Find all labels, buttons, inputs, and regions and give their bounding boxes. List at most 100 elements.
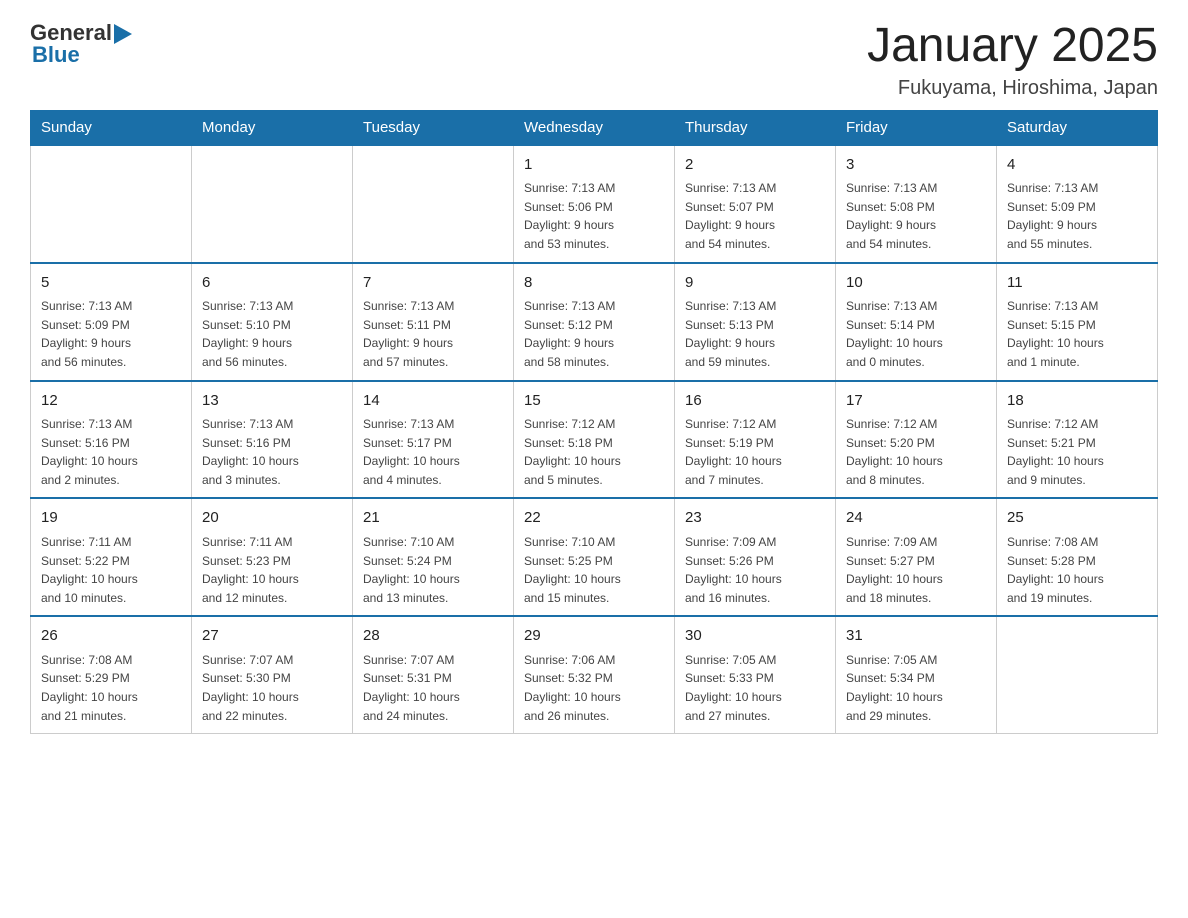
- day-number: 15: [524, 390, 664, 413]
- day-number: 23: [685, 507, 825, 530]
- calendar-day-24: 24 Sunrise: 7:09 AM Sunset: 5:27 PM Dayli…: [836, 498, 997, 616]
- day-info: Sunrise: 7:13 AM Sunset: 5:12 PM Dayligh…: [524, 297, 664, 371]
- day-info: Sunrise: 7:12 AM Sunset: 5:21 PM Dayligh…: [1007, 415, 1147, 489]
- day-info: Sunrise: 7:06 AM Sunset: 5:32 PM Dayligh…: [524, 651, 664, 725]
- calendar-day-27: 27 Sunrise: 7:07 AM Sunset: 5:30 PM Dayli…: [192, 616, 353, 733]
- day-number: 16: [685, 390, 825, 413]
- day-info: Sunrise: 7:13 AM Sunset: 5:16 PM Dayligh…: [41, 415, 181, 489]
- day-number: 5: [41, 272, 181, 295]
- day-info: Sunrise: 7:11 AM Sunset: 5:22 PM Dayligh…: [41, 533, 181, 607]
- title-section: January 2025 Fukuyama, Hiroshima, Japan: [867, 20, 1158, 100]
- day-info: Sunrise: 7:05 AM Sunset: 5:34 PM Dayligh…: [846, 651, 986, 725]
- day-number: 4: [1007, 154, 1147, 177]
- day-info: Sunrise: 7:07 AM Sunset: 5:30 PM Dayligh…: [202, 651, 342, 725]
- day-info: Sunrise: 7:12 AM Sunset: 5:20 PM Dayligh…: [846, 415, 986, 489]
- calendar-day-25: 25 Sunrise: 7:08 AM Sunset: 5:28 PM Dayli…: [997, 498, 1158, 616]
- calendar-day-15: 15Sunrise: 7:12 AM Sunset: 5:18 PM Dayli…: [514, 381, 675, 499]
- day-number: 12: [41, 390, 181, 413]
- day-number: 26: [41, 625, 181, 648]
- day-info: Sunrise: 7:09 AM Sunset: 5:27 PM Dayligh…: [846, 533, 986, 607]
- calendar-table: SundayMondayTuesdayWednesdayThursdayFrid…: [30, 110, 1158, 734]
- day-info: Sunrise: 7:13 AM Sunset: 5:08 PM Dayligh…: [846, 179, 986, 253]
- calendar-day-1: 1Sunrise: 7:13 AM Sunset: 5:06 PM Daylig…: [514, 145, 675, 263]
- calendar-header-row: SundayMondayTuesdayWednesdayThursdayFrid…: [31, 110, 1158, 145]
- logo: General Blue: [30, 20, 132, 69]
- day-number: 29: [524, 625, 664, 648]
- day-number: 11: [1007, 272, 1147, 295]
- day-number: 27: [202, 625, 342, 648]
- day-info: Sunrise: 7:13 AM Sunset: 5:09 PM Dayligh…: [41, 297, 181, 371]
- day-number: 3: [846, 154, 986, 177]
- day-number: 14: [363, 390, 503, 413]
- day-info: Sunrise: 7:13 AM Sunset: 5:13 PM Dayligh…: [685, 297, 825, 371]
- day-info: Sunrise: 7:13 AM Sunset: 5:15 PM Dayligh…: [1007, 297, 1147, 371]
- calendar-empty-cell: [997, 616, 1158, 733]
- day-info: Sunrise: 7:13 AM Sunset: 5:11 PM Dayligh…: [363, 297, 503, 371]
- day-info: Sunrise: 7:09 AM Sunset: 5:26 PM Dayligh…: [685, 533, 825, 607]
- calendar-day-16: 16Sunrise: 7:12 AM Sunset: 5:19 PM Dayli…: [675, 381, 836, 499]
- day-info: Sunrise: 7:13 AM Sunset: 5:10 PM Dayligh…: [202, 297, 342, 371]
- calendar-day-8: 8Sunrise: 7:13 AM Sunset: 5:12 PM Daylig…: [514, 263, 675, 381]
- calendar-day-12: 12Sunrise: 7:13 AM Sunset: 5:16 PM Dayli…: [31, 381, 192, 499]
- calendar-day-5: 5Sunrise: 7:13 AM Sunset: 5:09 PM Daylig…: [31, 263, 192, 381]
- day-number: 22: [524, 507, 664, 530]
- day-info: Sunrise: 7:13 AM Sunset: 5:09 PM Dayligh…: [1007, 179, 1147, 253]
- column-header-monday: Monday: [192, 110, 353, 145]
- day-info: Sunrise: 7:10 AM Sunset: 5:24 PM Dayligh…: [363, 533, 503, 607]
- calendar-day-13: 13Sunrise: 7:13 AM Sunset: 5:16 PM Dayli…: [192, 381, 353, 499]
- calendar-day-6: 6Sunrise: 7:13 AM Sunset: 5:10 PM Daylig…: [192, 263, 353, 381]
- calendar-empty-cell: [353, 145, 514, 263]
- day-info: Sunrise: 7:13 AM Sunset: 5:14 PM Dayligh…: [846, 297, 986, 371]
- day-number: 20: [202, 507, 342, 530]
- column-header-saturday: Saturday: [997, 110, 1158, 145]
- calendar-week-row: 12Sunrise: 7:13 AM Sunset: 5:16 PM Dayli…: [31, 381, 1158, 499]
- calendar-day-10: 10Sunrise: 7:13 AM Sunset: 5:14 PM Dayli…: [836, 263, 997, 381]
- day-info: Sunrise: 7:07 AM Sunset: 5:31 PM Dayligh…: [363, 651, 503, 725]
- day-info: Sunrise: 7:13 AM Sunset: 5:17 PM Dayligh…: [363, 415, 503, 489]
- day-number: 25: [1007, 507, 1147, 530]
- column-header-friday: Friday: [836, 110, 997, 145]
- day-info: Sunrise: 7:13 AM Sunset: 5:16 PM Dayligh…: [202, 415, 342, 489]
- calendar-day-14: 14Sunrise: 7:13 AM Sunset: 5:17 PM Dayli…: [353, 381, 514, 499]
- calendar-day-3: 3Sunrise: 7:13 AM Sunset: 5:08 PM Daylig…: [836, 145, 997, 263]
- calendar-day-21: 21 Sunrise: 7:10 AM Sunset: 5:24 PM Dayli…: [353, 498, 514, 616]
- calendar-week-row: 26 Sunrise: 7:08 AM Sunset: 5:29 PM Dayli…: [31, 616, 1158, 733]
- day-number: 1: [524, 154, 664, 177]
- day-info: Sunrise: 7:13 AM Sunset: 5:07 PM Dayligh…: [685, 179, 825, 253]
- page-header: General Blue January 2025 Fukuyama, Hiro…: [30, 20, 1158, 100]
- calendar-week-row: 5Sunrise: 7:13 AM Sunset: 5:09 PM Daylig…: [31, 263, 1158, 381]
- calendar-empty-cell: [192, 145, 353, 263]
- day-number: 30: [685, 625, 825, 648]
- day-number: 9: [685, 272, 825, 295]
- logo-blue: Blue: [32, 42, 132, 68]
- day-info: Sunrise: 7:10 AM Sunset: 5:25 PM Dayligh…: [524, 533, 664, 607]
- column-header-wednesday: Wednesday: [514, 110, 675, 145]
- calendar-day-30: 30 Sunrise: 7:05 AM Sunset: 5:33 PM Dayli…: [675, 616, 836, 733]
- calendar-day-4: 4Sunrise: 7:13 AM Sunset: 5:09 PM Daylig…: [997, 145, 1158, 263]
- day-number: 24: [846, 507, 986, 530]
- calendar-day-28: 28Sunrise: 7:07 AM Sunset: 5:31 PM Dayli…: [353, 616, 514, 733]
- day-number: 10: [846, 272, 986, 295]
- logo-triangle-icon: [114, 24, 132, 44]
- page-subtitle: Fukuyama, Hiroshima, Japan: [867, 77, 1158, 100]
- calendar-day-9: 9Sunrise: 7:13 AM Sunset: 5:13 PM Daylig…: [675, 263, 836, 381]
- page-title: January 2025: [867, 20, 1158, 73]
- day-number: 7: [363, 272, 503, 295]
- day-number: 2: [685, 154, 825, 177]
- day-info: Sunrise: 7:11 AM Sunset: 5:23 PM Dayligh…: [202, 533, 342, 607]
- calendar-empty-cell: [31, 145, 192, 263]
- day-number: 13: [202, 390, 342, 413]
- day-number: 21: [363, 507, 503, 530]
- day-info: Sunrise: 7:05 AM Sunset: 5:33 PM Dayligh…: [685, 651, 825, 725]
- calendar-day-22: 22 Sunrise: 7:10 AM Sunset: 5:25 PM Dayli…: [514, 498, 675, 616]
- column-header-tuesday: Tuesday: [353, 110, 514, 145]
- day-info: Sunrise: 7:08 AM Sunset: 5:28 PM Dayligh…: [1007, 533, 1147, 607]
- day-info: Sunrise: 7:08 AM Sunset: 5:29 PM Dayligh…: [41, 651, 181, 725]
- day-number: 19: [41, 507, 181, 530]
- calendar-day-19: 19 Sunrise: 7:11 AM Sunset: 5:22 PM Dayli…: [31, 498, 192, 616]
- calendar-day-26: 26 Sunrise: 7:08 AM Sunset: 5:29 PM Dayli…: [31, 616, 192, 733]
- day-info: Sunrise: 7:12 AM Sunset: 5:18 PM Dayligh…: [524, 415, 664, 489]
- calendar-day-29: 29 Sunrise: 7:06 AM Sunset: 5:32 PM Dayli…: [514, 616, 675, 733]
- day-number: 17: [846, 390, 986, 413]
- calendar-day-31: 31Sunrise: 7:05 AM Sunset: 5:34 PM Dayli…: [836, 616, 997, 733]
